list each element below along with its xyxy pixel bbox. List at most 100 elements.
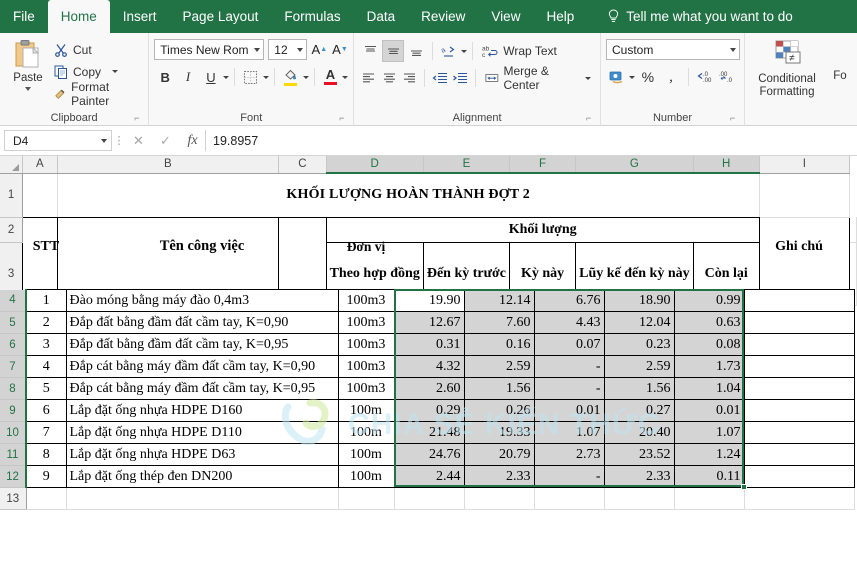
row-header-6[interactable]: 6 <box>0 333 27 356</box>
column-header-a[interactable]: A <box>22 156 58 174</box>
cell-empty-row13-5[interactable] <box>534 487 605 510</box>
tab-file[interactable]: File <box>0 0 48 33</box>
cell-group-header-khoi-luong[interactable]: Khối lượng <box>325 216 760 243</box>
cell-stt-9[interactable]: 9 <box>25 465 67 488</box>
cut-button[interactable]: Cut <box>51 40 143 59</box>
column-header-i[interactable]: I <box>759 156 851 174</box>
cell-stt-4[interactable]: 4 <box>25 355 67 378</box>
row-header-9[interactable]: 9 <box>0 399 27 422</box>
cell-f11[interactable]: 2.73 <box>533 443 605 466</box>
insert-function-icon[interactable]: fx <box>180 130 205 151</box>
copy-button[interactable]: Copy <box>51 62 143 81</box>
cell-empty-row13-2[interactable] <box>338 487 395 510</box>
cell-don-vi-5[interactable]: 100m3 <box>337 377 395 400</box>
tab-review[interactable]: Review <box>408 0 478 33</box>
tab-page-layout[interactable]: Page Layout <box>170 0 272 33</box>
cell-title[interactable]: KHỐI LƯỢNG HOÀN THÀNH ĐỢT 2 <box>57 172 760 218</box>
decrease-indent-button[interactable] <box>430 67 449 89</box>
increase-decimal-button[interactable]: .0 .00 <box>695 66 716 88</box>
alignment-dialog-launcher[interactable]: ⌐ <box>586 113 596 123</box>
cell-e11[interactable]: 20.79 <box>463 443 535 466</box>
column-header-e[interactable]: E <box>423 156 510 174</box>
cell-stt-7[interactable]: 7 <box>25 421 67 444</box>
cell-ten-cong-viec-6[interactable]: Lắp đặt ống nhựa HDPE D160 <box>65 399 339 422</box>
cell-ten-cong-viec-4[interactable]: Đắp cát bằng máy đầm đất cầm tay, K=0,90 <box>65 355 339 378</box>
merge-center-button[interactable]: Merge & Center <box>481 64 595 92</box>
cell-empty-row13-0[interactable] <box>26 487 67 510</box>
tab-formulas[interactable]: Formulas <box>271 0 353 33</box>
cell-ten-cong-viec-3[interactable]: Đắp đất bằng đầm đất cầm tay, K=0,95 <box>65 333 339 356</box>
font-color-dropdown-caret[interactable] <box>342 75 349 79</box>
cell-ten-cong-viec-1[interactable]: Đào móng bằng máy đào 0,4m3 <box>65 289 339 312</box>
font-size-caret[interactable] <box>297 47 304 52</box>
align-bottom-button[interactable] <box>405 40 427 62</box>
fill-color-button[interactable] <box>280 66 302 88</box>
cell-ghi-chu-2[interactable] <box>743 311 855 334</box>
cell-f6[interactable]: 0.07 <box>533 333 605 356</box>
conditional-formatting-button[interactable]: ≠ Conditional Formatting <box>750 37 824 126</box>
cell-f10[interactable]: 1.07 <box>533 421 605 444</box>
cell-f4[interactable]: 6.76 <box>533 289 605 312</box>
column-header-h[interactable]: H <box>693 156 760 174</box>
bold-button[interactable]: B <box>154 66 176 88</box>
format-painter-button[interactable]: Format Painter <box>51 80 143 108</box>
format-as-table-button[interactable]: Fo <box>828 37 852 126</box>
cell-ten-cong-viec-5[interactable]: Đắp cát bằng máy đầm đất cầm tay, K=0,95 <box>65 377 339 400</box>
underline-dropdown-caret[interactable] <box>222 75 229 79</box>
tab-view[interactable]: View <box>478 0 533 33</box>
column-header-c[interactable]: C <box>278 156 327 174</box>
select-all-corner[interactable] <box>0 156 24 174</box>
align-middle-button[interactable] <box>382 40 405 62</box>
cell-ghi-chu-3[interactable] <box>743 333 855 356</box>
copy-dropdown-caret[interactable] <box>112 70 118 73</box>
cell-h6[interactable]: 0.08 <box>673 333 745 356</box>
increase-font-size-button[interactable]: A ▲ <box>311 39 328 60</box>
accounting-format-dropdown-caret[interactable] <box>629 75 636 79</box>
formula-input[interactable]: 19.8957 <box>205 130 853 151</box>
cell-e7[interactable]: 2.59 <box>463 355 535 378</box>
cell-d10[interactable]: 21.48 <box>393 421 465 444</box>
percent-style-button[interactable]: % <box>637 66 658 88</box>
cell-e9[interactable]: 0.26 <box>463 399 535 422</box>
cell-d8[interactable]: 2.60 <box>393 377 465 400</box>
cell-ten-cong-viec-9[interactable]: Lắp đặt ống thép đen DN200 <box>65 465 339 488</box>
row-header-5[interactable]: 5 <box>0 311 27 334</box>
cell-don-vi-6[interactable]: 100m <box>337 399 395 422</box>
cell-e5[interactable]: 7.60 <box>463 311 535 334</box>
font-name-combo[interactable]: Times New Roma <box>154 39 265 60</box>
cell-e10[interactable]: 19.33 <box>463 421 535 444</box>
font-dialog-launcher[interactable]: ⌐ <box>339 113 349 123</box>
clipboard-dialog-launcher[interactable]: ⌐ <box>134 113 144 123</box>
increase-indent-button[interactable] <box>451 67 470 89</box>
name-box-caret[interactable] <box>101 138 107 143</box>
cell-h5[interactable]: 0.63 <box>673 311 745 334</box>
cell-g9[interactable]: 0.27 <box>603 399 675 422</box>
column-header-g[interactable]: G <box>575 156 694 174</box>
cancel-icon[interactable]: ✕ <box>126 130 151 151</box>
cell-don-vi-3[interactable]: 100m3 <box>337 333 395 356</box>
column-header-f[interactable]: F <box>509 156 577 174</box>
cell-stt-8[interactable]: 8 <box>25 443 67 466</box>
cell-e8[interactable]: 1.56 <box>463 377 535 400</box>
cell-f8[interactable]: - <box>533 377 605 400</box>
cell-don-vi-9[interactable]: 100m <box>337 465 395 488</box>
cell-i2[interactable] <box>849 217 857 243</box>
cell-d5[interactable]: 12.67 <box>393 311 465 334</box>
decrease-font-size-button[interactable]: A ▼ <box>332 39 349 60</box>
selection-fill-handle[interactable] <box>741 484 747 490</box>
tab-data[interactable]: Data <box>354 0 409 33</box>
cell-f7[interactable]: - <box>533 355 605 378</box>
cell-h7[interactable]: 1.73 <box>673 355 745 378</box>
italic-button[interactable]: I <box>177 66 199 88</box>
cell-d4[interactable]: 19.90 <box>393 289 465 312</box>
cell-don-vi-1[interactable]: 100m3 <box>337 289 395 312</box>
tab-help[interactable]: Help <box>533 0 587 33</box>
cell-d6[interactable]: 0.31 <box>393 333 465 356</box>
cell-g6[interactable]: 0.23 <box>603 333 675 356</box>
cell-g12[interactable]: 2.33 <box>603 465 675 488</box>
cell-h9[interactable]: 0.01 <box>673 399 745 422</box>
row-header-12[interactable]: 12 <box>0 465 27 488</box>
column-header-d[interactable]: D <box>326 156 424 174</box>
number-format-caret[interactable] <box>730 47 736 52</box>
cell-g10[interactable]: 20.40 <box>603 421 675 444</box>
